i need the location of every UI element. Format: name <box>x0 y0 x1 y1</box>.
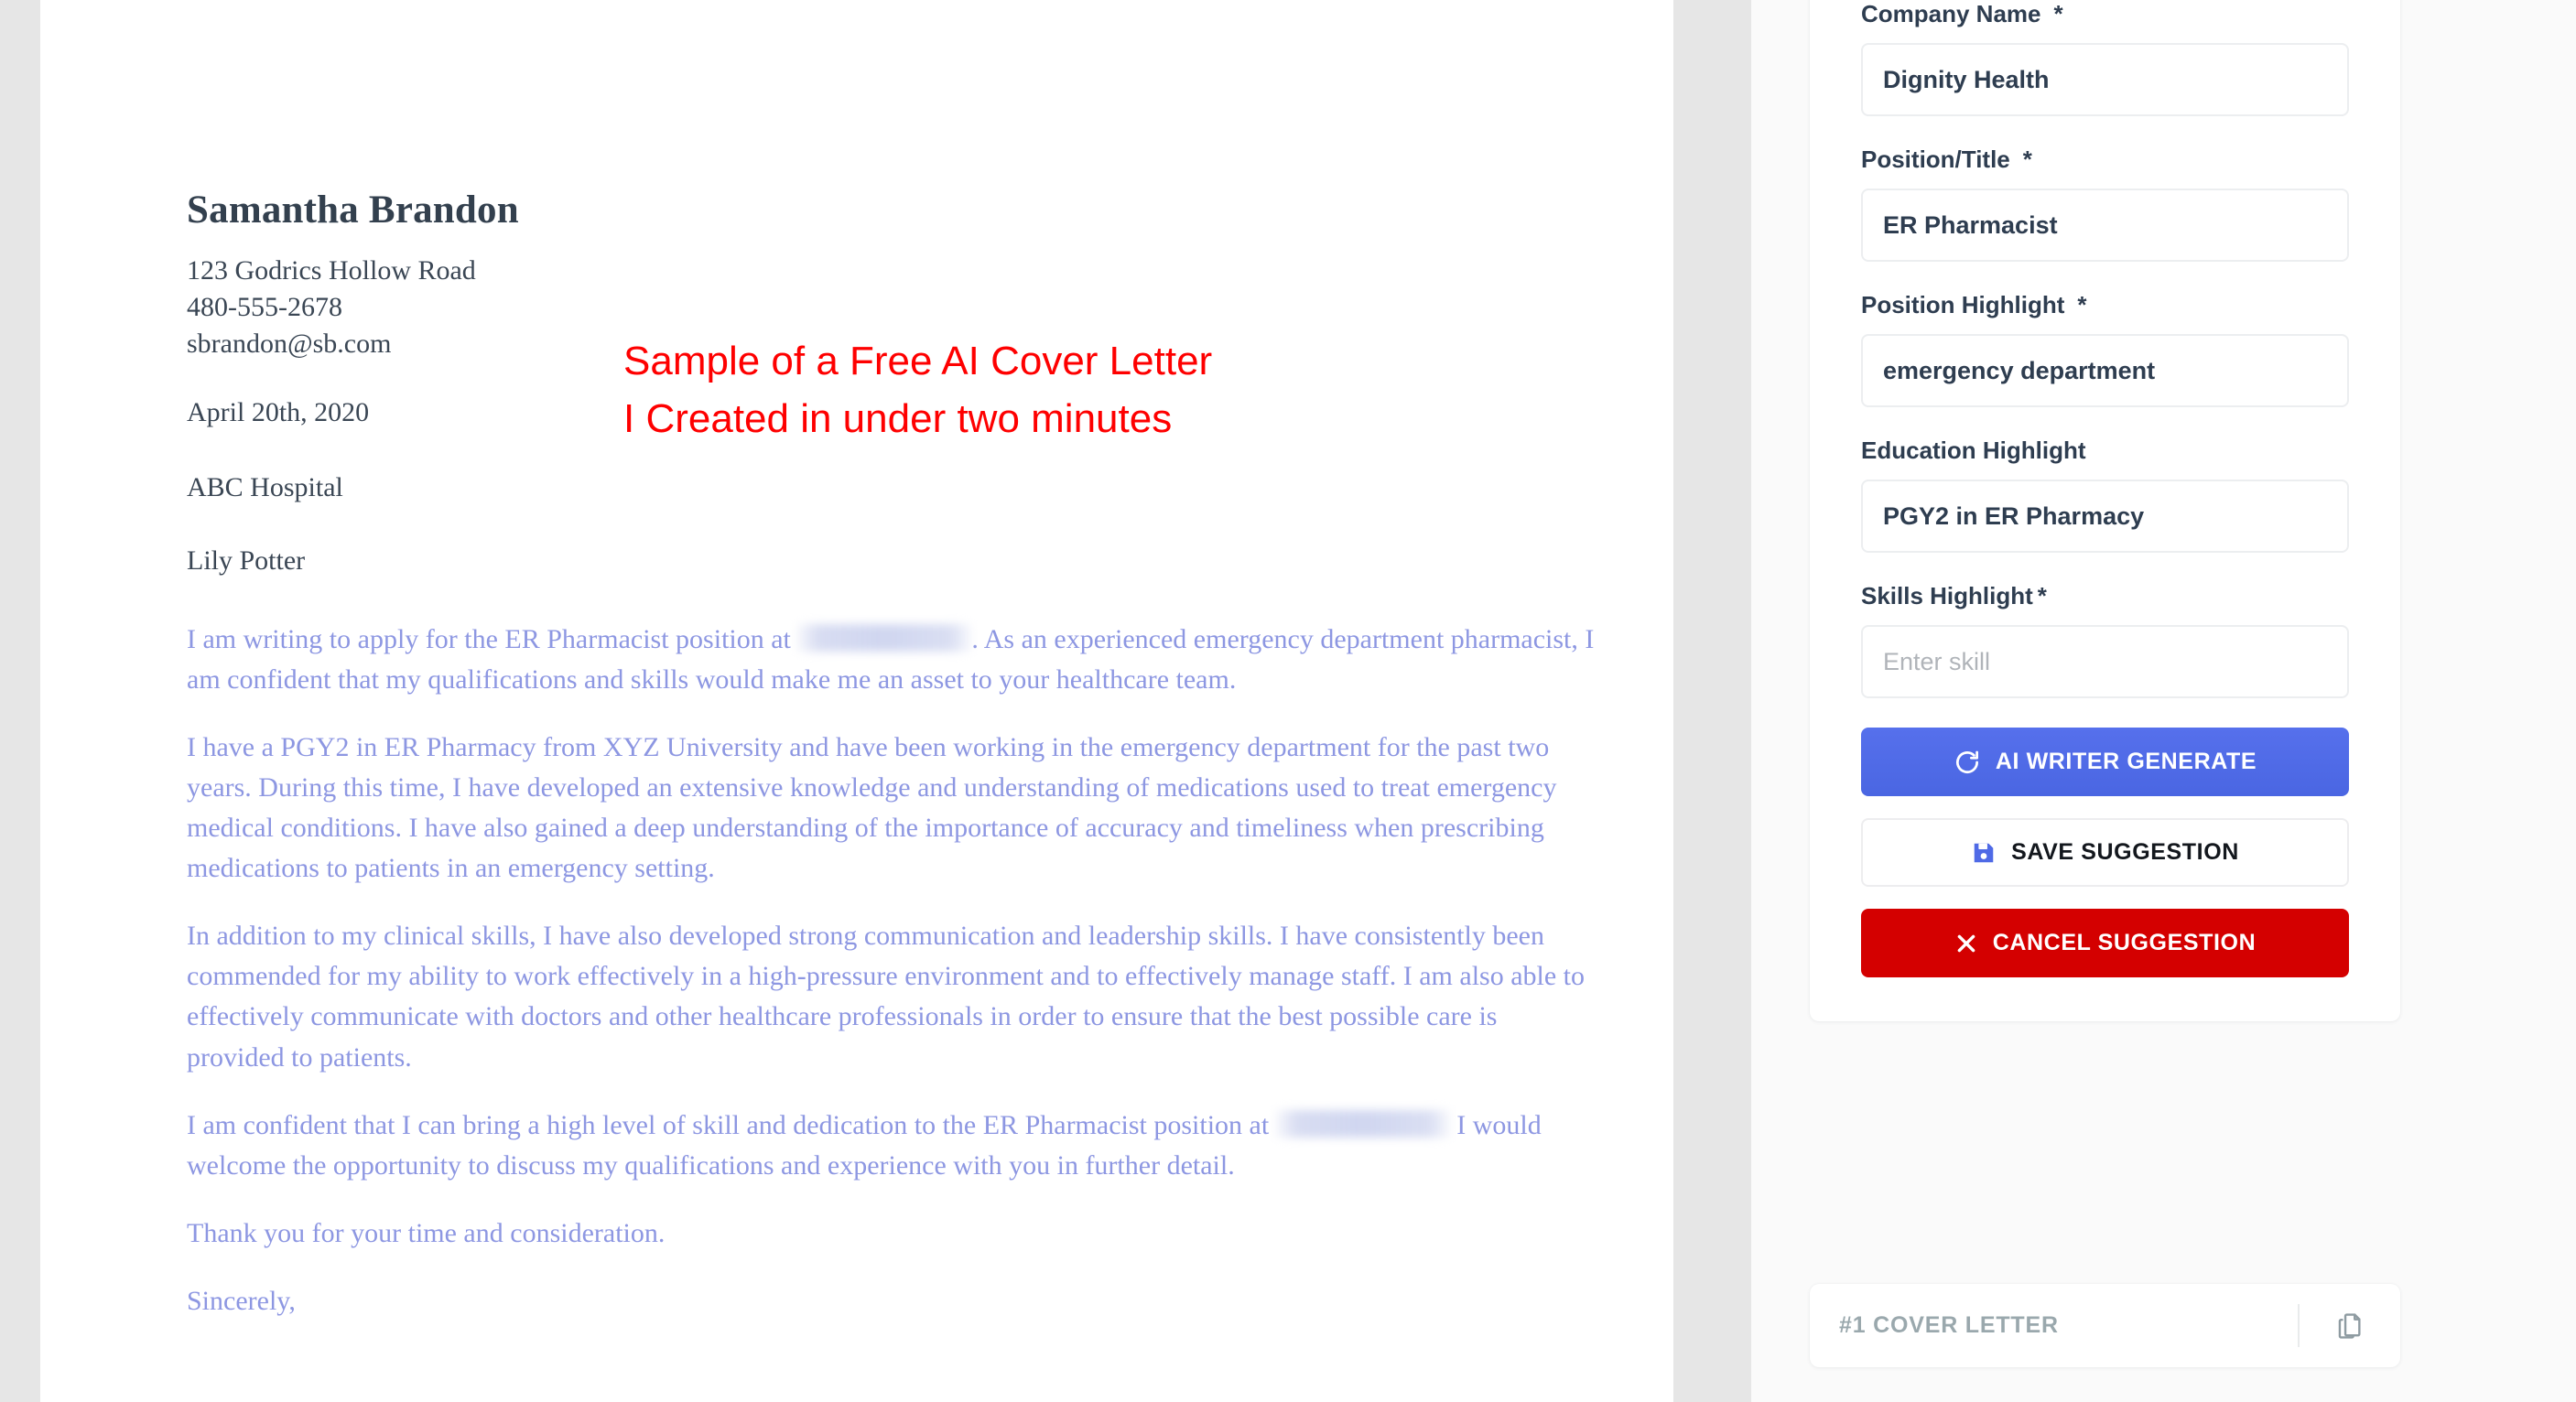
save-suggestion-label: SAVE SUGGESTION <box>2011 839 2239 865</box>
form-field-label: Position/Title * <box>1861 146 2349 174</box>
required-asterisk: * <box>2037 582 2047 609</box>
letter-paragraph: I have a PGY2 in ER Pharmacy from XYZ Un… <box>187 728 1601 889</box>
form-field-input[interactable]: PGY2 in ER Pharmacy <box>1861 480 2349 553</box>
letter-body: I am writing to apply for the ER Pharmac… <box>187 620 1601 1321</box>
paragraph-text: In addition to my clinical skills, I hav… <box>187 921 1586 1073</box>
form-field: Skills Highlight * Enter skill <box>1861 582 2349 698</box>
paragraph-text: Sincerely, <box>187 1285 296 1316</box>
letter-contact-address: 123 Godrics Hollow Road <box>187 255 476 286</box>
annotation-line-2: I Created in under two minutes <box>623 396 1173 442</box>
redacted-company-name <box>797 623 972 652</box>
document-preview-area: Samantha Brandon 123 Godrics Hollow Road… <box>0 0 1751 1402</box>
ai-writer-form-card: Company Name * Dignity Health Position/Titl… <box>1810 0 2400 1021</box>
form-field: Position Highlight * emergency department <box>1861 291 2349 407</box>
letter-company: ABC Hospital <box>187 471 343 502</box>
cancel-suggestion-button[interactable]: CANCEL SUGGESTION <box>1861 909 2349 977</box>
letter-paragraph: I am confident that I can bring a high l… <box>187 1105 1601 1186</box>
letter-paragraph: Sincerely, <box>187 1281 1601 1321</box>
save-suggestion-button[interactable]: SAVE SUGGESTION <box>1861 818 2349 887</box>
ai-writer-generate-button[interactable]: AI WRITER GENERATE <box>1861 728 2349 796</box>
letter-sender-name: Samantha Brandon <box>187 189 519 232</box>
form-field-label-text: Skills Highlight <box>1861 582 2033 609</box>
annotation-line-1: Sample of a Free AI Cover Letter <box>623 339 1213 383</box>
form-field: Company Name * Dignity Health <box>1861 0 2349 116</box>
form-field-label: Position Highlight * <box>1861 291 2349 319</box>
cancel-suggestion-label: CANCEL SUGGESTION <box>1992 930 2257 955</box>
paragraph-text: Thank you for your time and consideratio… <box>187 1217 666 1248</box>
redacted-company-name <box>1275 1109 1450 1138</box>
cover-letter-page: Samantha Brandon 123 Godrics Hollow Road… <box>40 0 1673 1402</box>
cover-letter-result-label: #1 COVER LETTER <box>1839 1312 2059 1338</box>
copy-documents-icon[interactable] <box>2300 1284 2400 1367</box>
letter-paragraph: I am writing to apply for the ER Pharmac… <box>187 620 1601 700</box>
required-asterisk: * <box>2077 291 2087 318</box>
paragraph-text: I am confident that I can bring a high l… <box>187 1109 1276 1140</box>
letter-contact-phone: 480-555-2678 <box>187 291 342 322</box>
form-field-label: Skills Highlight * <box>1861 582 2349 610</box>
form-field-label-text: Education Highlight <box>1861 437 2086 464</box>
letter-recipient: Lily Potter <box>187 545 306 576</box>
form-field-input[interactable]: Enter skill <box>1861 625 2349 698</box>
form-field-label-text: Position/Title <box>1861 146 2010 173</box>
ai-writer-panel: Company Name * Dignity Health Position/Titl… <box>1751 0 2576 1402</box>
red-annotation-overlay: Sample of a Free AI Cover Letter I Creat… <box>623 332 1212 448</box>
paragraph-text: I am writing to apply for the ER Pharmac… <box>187 623 798 654</box>
required-asterisk: * <box>2053 0 2063 27</box>
form-field-label: Education Highlight <box>1861 437 2349 465</box>
form-field-input[interactable]: Dignity Health <box>1861 43 2349 116</box>
close-x-icon <box>1954 932 1978 955</box>
form-field: Education Highlight PGY2 in ER Pharmacy <box>1861 437 2349 553</box>
form-field: Position/Title * ER Pharmacist <box>1861 146 2349 262</box>
required-asterisk: * <box>2022 146 2032 173</box>
letter-paragraph: Thank you for your time and consideratio… <box>187 1213 1601 1254</box>
form-fields-container: Company Name * Dignity Health Position/Titl… <box>1861 0 2349 698</box>
form-field-input[interactable]: ER Pharmacist <box>1861 189 2349 262</box>
letter-paragraph: In addition to my clinical skills, I hav… <box>187 916 1601 1077</box>
floppy-disk-icon <box>1971 840 1997 866</box>
form-field-label: Company Name * <box>1861 0 2349 28</box>
form-field-label-text: Position Highlight <box>1861 291 2065 318</box>
paragraph-text: I have a PGY2 in ER Pharmacy from XYZ Un… <box>187 731 1557 884</box>
form-field-label-text: Company Name <box>1861 0 2041 27</box>
form-field-input[interactable]: emergency department <box>1861 334 2349 407</box>
cover-letter-result-card[interactable]: #1 COVER LETTER <box>1810 1284 2400 1367</box>
refresh-icon <box>1954 749 1981 776</box>
ai-writer-generate-label: AI WRITER GENERATE <box>1995 749 2257 774</box>
